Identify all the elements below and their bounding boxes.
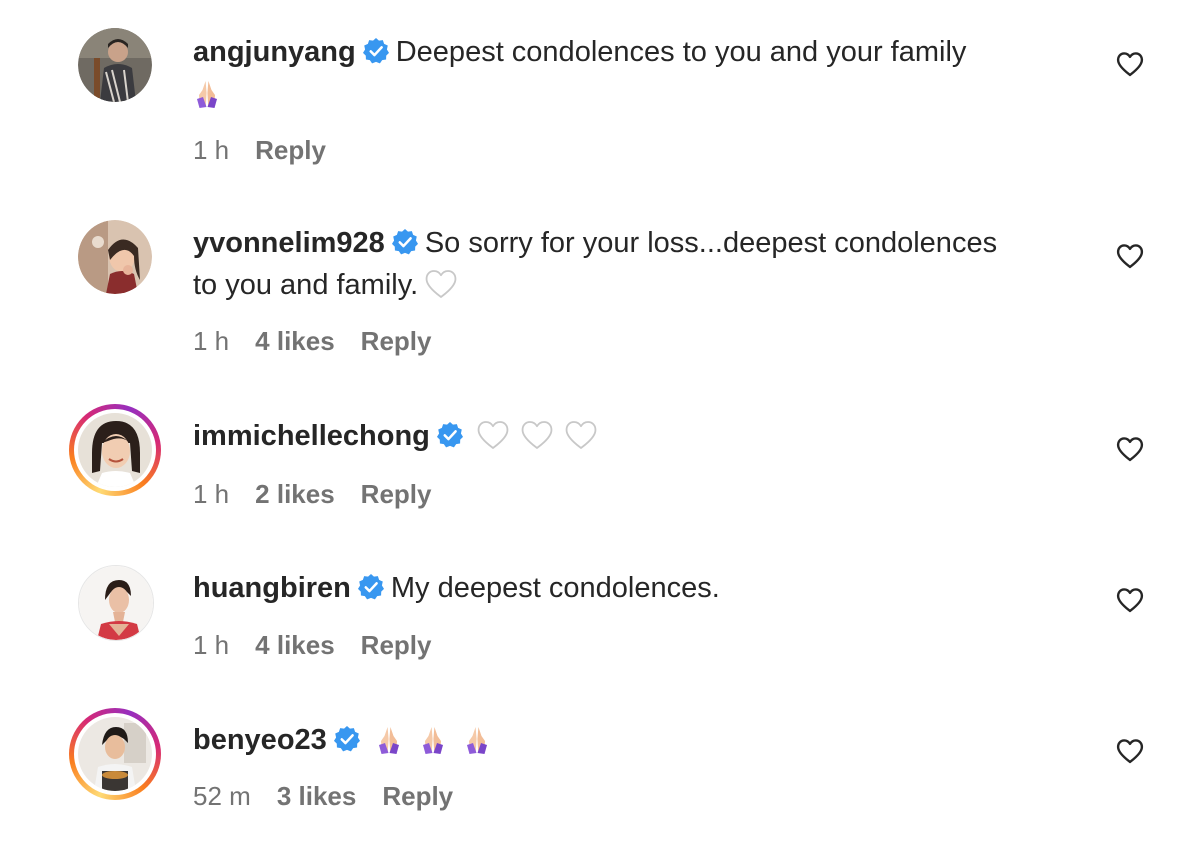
comment-username[interactable]: huangbiren	[193, 572, 351, 604]
heart-outline-icon[interactable]	[1116, 243, 1144, 269]
verified-badge-icon	[357, 573, 385, 601]
likes-count[interactable]: 4 likes	[255, 630, 335, 660]
heart-outline-icon[interactable]	[1116, 587, 1144, 613]
folded-hands-emoji	[463, 724, 491, 754]
comment-username[interactable]: benyeo23	[193, 724, 327, 756]
reply-button[interactable]: Reply	[361, 326, 432, 356]
comment-time[interactable]: 1 h	[193, 479, 229, 509]
white-heart-emoji	[564, 419, 598, 451]
avatar	[78, 717, 152, 791]
verified-badge-icon	[436, 421, 464, 449]
reply-button[interactable]: Reply	[361, 630, 432, 660]
folded-hands-emoji	[193, 78, 221, 108]
reply-button[interactable]: Reply	[255, 135, 326, 165]
comment-time[interactable]: 1 h	[193, 135, 229, 165]
white-heart-emoji	[424, 268, 458, 300]
likes-count[interactable]: 2 likes	[255, 479, 335, 509]
avatar	[78, 413, 152, 487]
likes-count[interactable]: 3 likes	[277, 781, 357, 811]
comment-text: My deepest condolences.	[390, 572, 720, 604]
comment-time[interactable]: 52 m	[193, 781, 251, 811]
comment-username[interactable]: yvonnelim928	[193, 227, 385, 259]
avatar-story-ring[interactable]	[69, 708, 161, 800]
reply-button[interactable]: Reply	[361, 479, 432, 509]
comment-username[interactable]: immichellechong	[193, 420, 430, 452]
folded-hands-emoji	[419, 724, 447, 754]
avatar[interactable]	[78, 220, 152, 294]
white-heart-emoji	[476, 419, 510, 451]
comment-time[interactable]: 1 h	[193, 630, 229, 660]
reply-button[interactable]: Reply	[382, 781, 453, 811]
comment-text: Deepest condolences to you and your fami…	[395, 36, 967, 68]
comment-text: So sorry for your loss...deepest condole…	[424, 227, 998, 259]
likes-count[interactable]: 4 likes	[255, 326, 335, 356]
avatar[interactable]	[78, 565, 154, 641]
heart-outline-icon[interactable]	[1116, 51, 1144, 77]
comment-text-continued: to you and family.	[193, 269, 419, 301]
verified-badge-icon	[362, 37, 390, 65]
white-heart-emoji	[520, 419, 554, 451]
heart-outline-icon[interactable]	[1116, 436, 1144, 462]
comment-username[interactable]: angjunyang	[193, 36, 356, 68]
comment-time[interactable]: 1 h	[193, 326, 229, 356]
heart-outline-icon[interactable]	[1116, 738, 1144, 764]
avatar-story-ring[interactable]	[69, 404, 161, 496]
avatar[interactable]	[78, 28, 152, 102]
verified-badge-icon	[333, 725, 361, 753]
verified-badge-icon	[391, 228, 419, 256]
folded-hands-emoji	[375, 724, 403, 754]
